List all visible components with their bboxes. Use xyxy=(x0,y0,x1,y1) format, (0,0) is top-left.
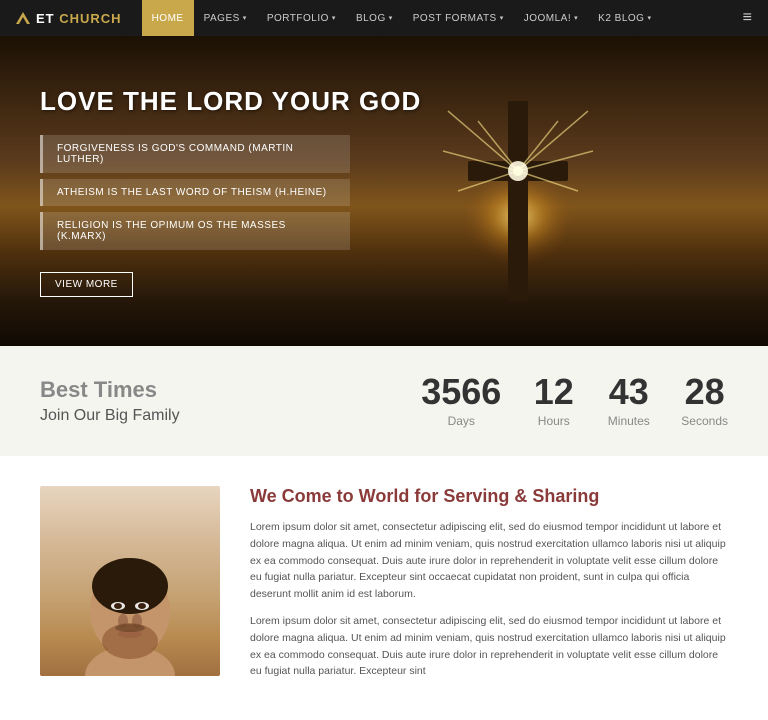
nav-item-post-formats[interactable]: POST FORMATS ▾ xyxy=(403,0,514,36)
person-icon xyxy=(60,506,200,676)
countdown-minutes: 43 Minutes xyxy=(606,374,651,428)
nav-item-portfolio[interactable]: PORTFOLIO ▾ xyxy=(257,0,346,36)
minutes-label: Minutes xyxy=(606,414,651,428)
about-paragraph-2: Lorem ipsum dolor sit amet, consectetur … xyxy=(250,613,728,680)
countdown-heading: Best Times xyxy=(40,377,180,403)
about-title: We Come to World for Serving & Sharing xyxy=(250,486,728,507)
days-value: 3566 xyxy=(421,374,501,410)
logo-text: ET CHURCH xyxy=(36,11,122,26)
hours-label: Hours xyxy=(531,414,576,428)
nav-item-joomla[interactable]: JOOMLA! ▾ xyxy=(514,0,588,36)
nav-item-blog[interactable]: BLOG ▾ xyxy=(346,0,403,36)
about-section: We Come to World for Serving & Sharing L… xyxy=(0,456,768,720)
chevron-down-icon: ▾ xyxy=(500,14,504,22)
chevron-down-icon: ▾ xyxy=(389,14,393,22)
hours-value: 12 xyxy=(531,374,576,410)
navigation: ET CHURCH HOME PAGES ▾ PORTFOLIO ▾ BLOG … xyxy=(0,0,768,36)
logo-icon xyxy=(16,12,30,24)
chevron-down-icon: ▾ xyxy=(332,14,336,22)
about-paragraph-1: Lorem ipsum dolor sit amet, consectetur … xyxy=(250,519,728,603)
countdown-left: Best Times Join Our Big Family xyxy=(40,377,180,425)
hero-quote-1: FORGIVENESS IS GOD'S COMMAND (Martin Lut… xyxy=(40,135,350,173)
countdown-section: Best Times Join Our Big Family 3566 Days… xyxy=(0,346,768,456)
minutes-value: 43 xyxy=(606,374,651,410)
chevron-down-icon: ▾ xyxy=(243,14,247,22)
hero-content: LOVE THE LORD YOUR GOD FORGIVENESS IS GO… xyxy=(40,86,728,297)
hamburger-menu[interactable]: ≡ xyxy=(743,9,752,27)
about-content: We Come to World for Serving & Sharing L… xyxy=(250,486,728,690)
countdown-subheading: Join Our Big Family xyxy=(40,407,180,425)
hero-quote-3: RELIGION IS THE OPIMUM OS THE MASSES (K.… xyxy=(40,212,350,250)
site-logo[interactable]: ET CHURCH xyxy=(16,11,122,26)
seconds-value: 28 xyxy=(681,374,728,410)
countdown-days: 3566 Days xyxy=(421,374,501,428)
hero-section: LOVE THE LORD YOUR GOD FORGIVENESS IS GO… xyxy=(0,36,768,346)
nav-items: HOME PAGES ▾ PORTFOLIO ▾ BLOG ▾ POST FOR… xyxy=(142,0,662,36)
seconds-label: Seconds xyxy=(681,414,728,428)
hero-title: LOVE THE LORD YOUR GOD xyxy=(40,86,728,117)
nav-item-home[interactable]: HOME xyxy=(142,0,194,36)
nav-item-pages[interactable]: PAGES ▾ xyxy=(194,0,257,36)
nav-item-k2blog[interactable]: K2 BLOG ▾ xyxy=(588,0,661,36)
view-more-button[interactable]: View More xyxy=(40,272,133,297)
hero-quote-2: ATHEISM IS THE LAST WORD OF THEISM (H.He… xyxy=(40,179,350,206)
chevron-down-icon: ▾ xyxy=(647,14,651,22)
countdown-seconds: 28 Seconds xyxy=(681,374,728,428)
about-image xyxy=(40,486,220,676)
chevron-down-icon: ▾ xyxy=(574,14,578,22)
days-label: Days xyxy=(421,414,501,428)
countdown-hours: 12 Hours xyxy=(531,374,576,428)
countdown-numbers: 3566 Days 12 Hours 43 Minutes 28 Seconds xyxy=(421,374,728,428)
